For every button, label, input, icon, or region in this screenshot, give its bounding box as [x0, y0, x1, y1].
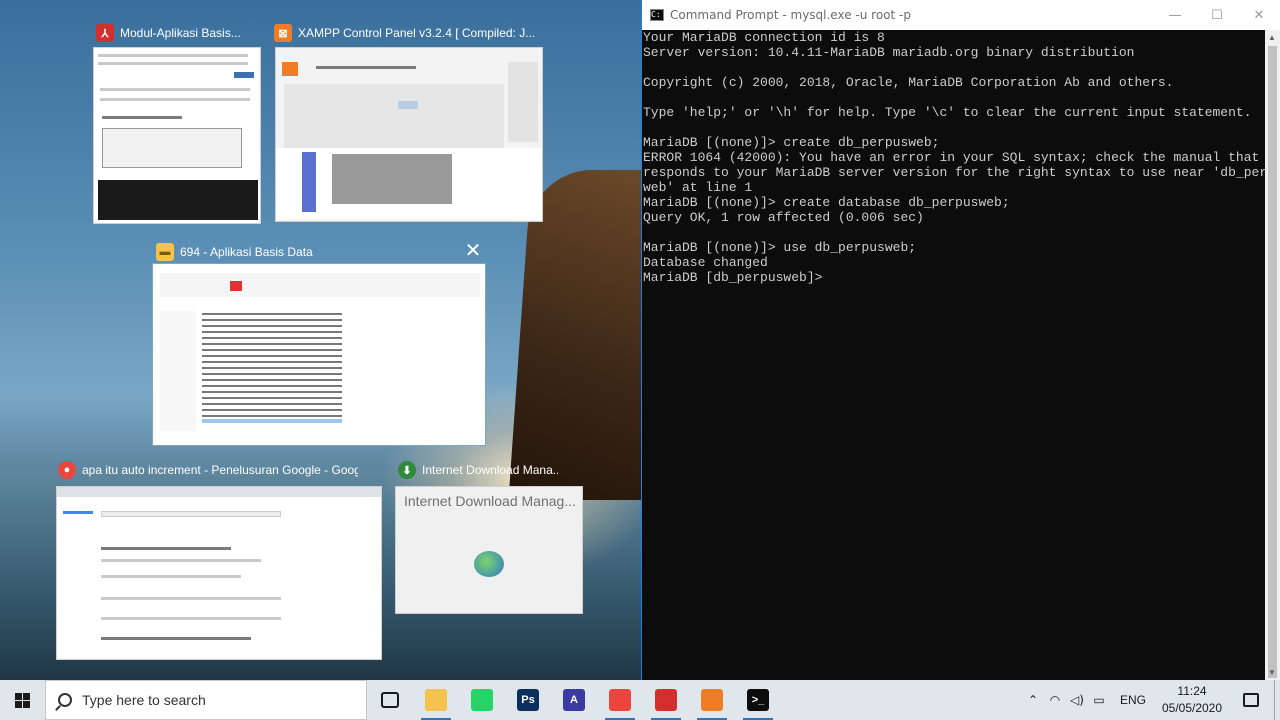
console-line: Your MariaDB connection id is 8 [643, 30, 885, 45]
system-tray: ⌃ ◠ ◁) ▭ ENG 11:24 05/05/2020 [1022, 680, 1280, 720]
taskbar-app-app-a[interactable]: A [551, 680, 597, 720]
console-line: Copyright (c) 2000, 2018, Oracle, MariaD… [643, 75, 1174, 90]
show-desktop-button[interactable] [1274, 680, 1280, 720]
clock[interactable]: 11:24 05/05/2020 [1156, 683, 1228, 717]
console-line: Type 'help;' or '\h' for help. Type '\c'… [643, 105, 1252, 120]
console-line: MariaDB [(none)]> create db_perpusweb; [643, 135, 940, 150]
windows-logo-icon [15, 692, 30, 708]
task-view-window-title: Modul-Aplikasi Basis... [120, 26, 241, 40]
console-line: Server version: 10.4.11-MariaDB mariadb.… [643, 45, 1135, 60]
idm-globe-icon [474, 551, 504, 577]
scroll-down-arrow-icon[interactable]: ▼ [1268, 668, 1276, 677]
taskbar-app-task-view[interactable] [367, 680, 413, 720]
close-button[interactable]: ✕ [1238, 0, 1280, 30]
whatsapp-icon [471, 689, 493, 711]
app-a-icon: A [563, 689, 585, 711]
task-view-window-title: XAMPP Control Panel v3.2.4 [ Compiled: J… [298, 26, 534, 40]
chrome-icon: ● [58, 461, 76, 479]
task-view-window-title: Internet Download Mana... [422, 463, 558, 477]
xampp-icon [701, 689, 723, 711]
chevron-up-icon[interactable]: ⌃ [1022, 680, 1044, 720]
task-view-icon [381, 692, 399, 708]
thumbnail-chrome[interactable] [56, 486, 382, 660]
task-view-title-pdf[interactable]: ⅄ Modul-Aplikasi Basis... [96, 20, 261, 46]
search-box[interactable]: Type here to search [45, 680, 367, 720]
pdf-icon: ⅄ [96, 24, 114, 42]
cmd-titlebar[interactable]: C: Command Prompt - mysql.exe -u root -p… [642, 0, 1280, 30]
taskbar-app-chrome[interactable] [597, 680, 643, 720]
photoshop-icon: Ps [517, 689, 539, 711]
cmd-scrollbar[interactable]: ▲ ▼ [1265, 30, 1280, 680]
cmd-icon: >_ [747, 689, 769, 711]
task-view-title-explorer[interactable]: ▬ 694 - Aplikasi Basis Data [156, 239, 436, 265]
taskbar-app-xampp[interactable] [689, 680, 735, 720]
thumbnail-file-explorer[interactable] [153, 264, 485, 445]
close-icon[interactable]: ✕ [462, 240, 484, 262]
console-line: responds to your MariaDB server version … [643, 165, 1266, 180]
command-prompt-window[interactable]: C: Command Prompt - mysql.exe -u root -p… [641, 0, 1280, 680]
volume-icon[interactable]: ◁) [1066, 680, 1088, 720]
idm-preview-title: Internet Download Manag... [404, 493, 576, 509]
start-button[interactable] [0, 680, 45, 720]
console-line: MariaDB [(none)]> use db_perpusweb; [643, 240, 917, 255]
taskbar-app-cmd[interactable]: >_ [735, 680, 781, 720]
clock-date: 05/05/2020 [1161, 701, 1223, 715]
console-line: Database changed [643, 255, 768, 270]
maximize-button[interactable]: ☐ [1196, 0, 1238, 30]
search-placeholder: Type here to search [82, 692, 206, 708]
taskbar-app-file-explorer[interactable] [413, 680, 459, 720]
console-line: web' at line 1 [643, 180, 753, 195]
chrome-icon [609, 689, 631, 711]
cmd-icon: C: [650, 9, 664, 21]
console-line: ERROR 1064 (42000): You have an error in… [643, 150, 1266, 165]
taskbar-app-whatsapp[interactable] [459, 680, 505, 720]
task-view-title-chrome[interactable]: ● apa itu auto increment - Penelusuran G… [58, 457, 358, 483]
scroll-up-arrow-icon[interactable]: ▲ [1268, 33, 1276, 42]
task-view-window-title: apa itu auto increment - Penelusuran Goo… [82, 463, 358, 477]
task-view-title-idm[interactable]: ⬇ Internet Download Mana... [398, 457, 558, 483]
battery-icon[interactable]: ▭ [1088, 680, 1110, 720]
acrobat-icon [655, 689, 677, 711]
desktop-background: ⅄ Modul-Aplikasi Basis... ⊠ XAMPP Contro… [0, 0, 641, 680]
notifications-button[interactable] [1228, 680, 1274, 720]
cmd-title: Command Prompt - mysql.exe -u root -p [670, 8, 911, 22]
taskbar-app-photoshop[interactable]: Ps [505, 680, 551, 720]
task-view-title-xampp[interactable]: ⊠ XAMPP Control Panel v3.2.4 [ Compiled:… [274, 20, 534, 46]
xampp-icon: ⊠ [274, 24, 292, 42]
scrollbar-thumb[interactable] [1268, 46, 1277, 678]
thumbnail-idm[interactable]: Internet Download Manag... [395, 486, 583, 614]
minimize-button[interactable]: — [1154, 0, 1196, 30]
idm-icon: ⬇ [398, 461, 416, 479]
notifications-icon [1243, 693, 1259, 707]
file-explorer-icon [425, 689, 447, 711]
thumbnail-xampp-control-panel[interactable] [275, 47, 543, 222]
thumbnail-pdf-document[interactable] [93, 47, 261, 224]
taskbar-app-acrobat[interactable] [643, 680, 689, 720]
console-line: MariaDB [db_perpusweb]> [643, 270, 823, 285]
clock-time: 11:24 [1177, 684, 1207, 698]
search-icon [58, 693, 72, 707]
task-view-window-title: 694 - Aplikasi Basis Data [180, 245, 313, 259]
taskbar: Type here to search Ps A >_ ⌃ ◠ ◁) ▭ ENG 1… [0, 680, 1280, 720]
cmd-console-output[interactable]: Your MariaDB connection id is 8 Server ve… [642, 30, 1266, 680]
console-line: Query OK, 1 row affected (0.006 sec) [643, 210, 924, 225]
folder-icon: ▬ [156, 243, 174, 261]
language-indicator[interactable]: ENG [1110, 693, 1156, 707]
network-icon[interactable]: ◠ [1044, 680, 1066, 720]
console-line: MariaDB [(none)]> create database db_per… [643, 195, 1010, 210]
